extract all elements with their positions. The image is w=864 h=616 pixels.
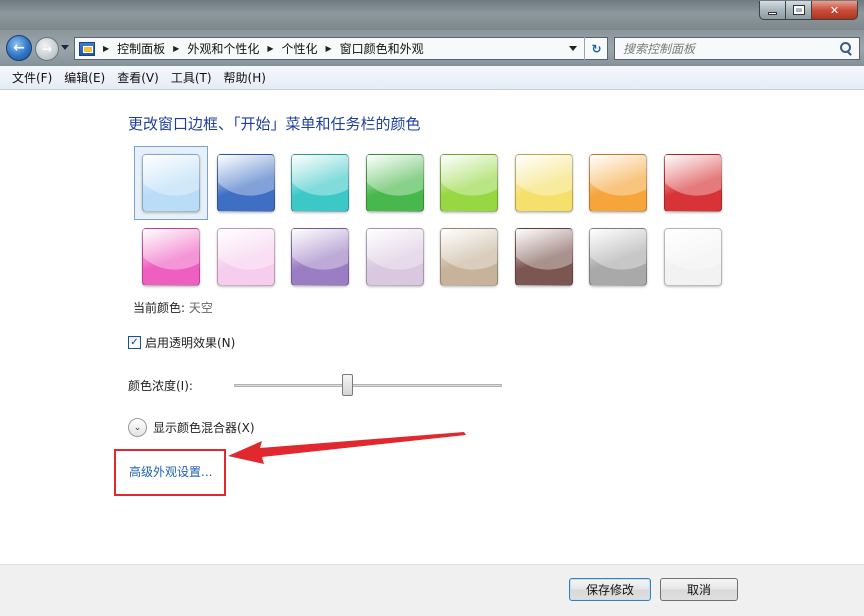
color-swatch-tile [216,228,275,286]
maximize-icon [792,5,805,15]
forward-button[interactable]: → [35,37,59,61]
color-swatch-leaf[interactable] [358,146,432,220]
color-swatch-fuchsia[interactable] [134,220,208,294]
color-swatch-pumpkin[interactable] [581,146,655,220]
recent-pages-dropdown-icon[interactable] [61,45,69,50]
color-swatch-sea[interactable] [283,146,357,220]
color-swatch-tile [291,228,349,286]
transparency-label[interactable]: 启用透明效果(N) [145,334,235,351]
main-content: 更改窗口边框、「开始」菜单和任务栏的颜色 当前颜色: 天空 ✓ 启用透明效果(N… [0,91,864,564]
breadcrumb-separator-icon[interactable]: ▶ [103,44,109,53]
color-swatch-tile [440,154,498,212]
current-color-text: 当前颜色: 天空 [133,299,213,316]
color-swatch-tile [589,154,647,212]
address-bar[interactable]: ▶ 控制面板 ▶ 外观和个性化 ▶ 个性化 ▶ 窗口颜色和外观 [74,37,608,60]
color-swatch-lavender[interactable] [358,220,432,294]
color-swatch-chocolate[interactable] [507,220,581,294]
breadcrumb-separator-icon[interactable]: ▶ [173,44,179,53]
color-swatch-sky[interactable] [134,146,208,220]
color-swatch-tile [514,228,573,286]
close-icon: ✕ [829,3,840,17]
menu-file[interactable]: 文件(F) [6,67,58,88]
refresh-icon: ↻ [591,41,602,56]
color-intensity-label: 颜色浓度(I): [128,379,193,393]
menu-bar: 文件(F) 编辑(E) 查看(V) 工具(T) 帮助(H) [0,66,864,90]
page-title: 更改窗口边框、「开始」菜单和任务栏的颜色 [128,115,421,133]
color-swatch-tile [663,228,722,286]
back-arrow-icon: ← [13,40,25,56]
refresh-button[interactable]: ↻ [584,37,608,60]
color-swatch-tile [291,154,349,212]
breadcrumb-control-panel[interactable]: 控制面板 [117,40,165,57]
color-swatch-frost[interactable] [656,220,730,294]
title-bar: ✕ [0,0,864,30]
transparency-option[interactable]: ✓ 启用透明效果(N) [128,334,235,351]
address-dropdown-icon[interactable] [569,46,577,51]
color-swatch-slate[interactable] [581,220,655,294]
transparency-checkbox[interactable]: ✓ [128,336,141,349]
color-swatch-violet[interactable] [283,220,357,294]
color-swatch-tile [142,228,200,286]
annotation-arrow-icon [228,432,466,464]
menu-help[interactable]: 帮助(H) [218,67,272,88]
breadcrumb-separator-icon[interactable]: ▶ [267,44,273,53]
forward-arrow-icon: → [41,42,53,56]
advanced-appearance-link[interactable]: 高级外观设置... [129,463,212,480]
maximize-button[interactable] [786,1,812,20]
expand-chevron-icon[interactable]: ⌄ [128,418,147,437]
footer-bar: 保存修改 取消 [0,564,864,616]
color-swatch-blush[interactable] [209,220,283,294]
breadcrumb-appearance[interactable]: 外观和个性化 [187,40,259,57]
color-swatch-tile [365,154,424,212]
control-panel-icon [79,41,95,56]
current-color-label: 当前颜色: [133,301,186,315]
color-swatch-tile [216,154,275,212]
navigation-bar: ← → ▶ 控制面板 ▶ 外观和个性化 ▶ 个性化 ▶ 窗口颜色和外观 ↻ [0,30,864,66]
back-button[interactable]: ← [6,35,32,61]
current-color-value: 天空 [188,301,213,315]
color-swatch-tile [365,228,424,286]
color-swatch-ruby[interactable] [656,146,730,220]
search-box[interactable] [614,37,860,60]
checkmark-icon: ✓ [130,337,139,348]
color-swatch-tile [142,154,200,212]
slider-thumb[interactable] [341,374,353,396]
color-swatch-tile [663,154,722,212]
color-swatch-twilight[interactable] [209,146,283,220]
color-swatch-tile [440,228,498,286]
chevron-down-icon: ⌄ [133,422,142,433]
cancel-button[interactable]: 取消 [660,578,738,601]
color-swatch-taupe[interactable] [432,220,506,294]
search-input[interactable] [623,41,837,56]
menu-tools[interactable]: 工具(T) [165,67,218,88]
color-swatch-lime[interactable] [432,146,506,220]
minimize-button[interactable] [759,1,786,20]
save-changes-button[interactable]: 保存修改 [569,578,651,601]
close-button[interactable]: ✕ [812,1,858,20]
menu-view[interactable]: 查看(V) [111,67,165,88]
window-controls: ✕ [759,1,858,20]
breadcrumb-window-color[interactable]: 窗口颜色和外观 [340,40,424,57]
color-swatch-tile [589,228,647,286]
breadcrumb-separator-icon[interactable]: ▶ [326,44,332,53]
breadcrumb-personalization[interactable]: 个性化 [282,40,318,57]
menu-edit[interactable]: 编辑(E) [58,67,111,88]
color-swatch-tile [514,154,573,212]
minimize-icon [768,11,777,15]
color-intensity-slider[interactable] [234,384,502,387]
search-icon[interactable] [837,40,855,58]
color-swatch-sun[interactable] [507,146,581,220]
